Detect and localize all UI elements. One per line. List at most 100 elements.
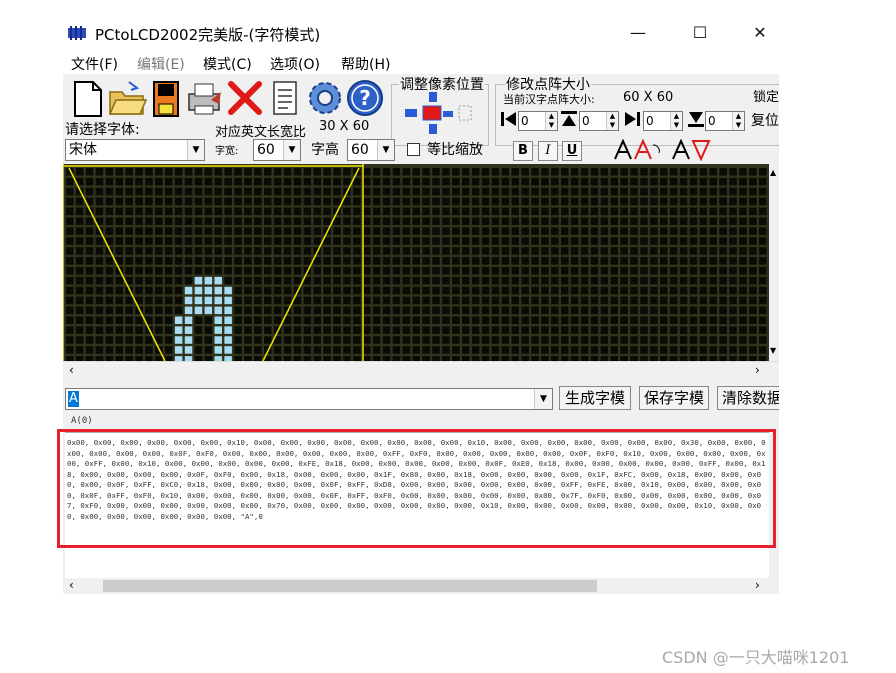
menu-options[interactable]: 选项(O)	[270, 54, 320, 74]
menu-help[interactable]: 帮助(H)	[341, 54, 390, 74]
matrix-pixel	[372, 296, 381, 305]
reset-button[interactable]: 复位	[751, 110, 779, 130]
matrix-pixel	[392, 276, 401, 285]
matrix-pixel	[462, 197, 470, 206]
spin-up[interactable]: 0 ▲ ▼	[579, 111, 619, 131]
pixel-arrows-icon[interactable]	[403, 92, 473, 134]
open-folder-icon[interactable]	[107, 78, 147, 118]
matrix-pixel	[630, 168, 638, 176]
matrix-pixel	[165, 336, 173, 344]
shift-up-icon[interactable]	[560, 110, 578, 128]
char-input-field[interactable]: A ▼	[65, 388, 553, 410]
matrix-pixel	[333, 296, 341, 305]
output-horizontal-scrollbar[interactable]: ‹ ›	[63, 578, 779, 594]
chevron-down-icon[interactable]: ▼	[534, 389, 552, 409]
generate-button[interactable]: 生成字模	[559, 386, 631, 410]
rotate-icon[interactable]	[613, 139, 661, 161]
matrix-horizontal-scrollbar[interactable]: ‹ ›	[63, 361, 779, 379]
scroll-left-icon[interactable]: ‹	[69, 578, 74, 592]
scroll-up-icon[interactable]: ▲	[770, 168, 776, 177]
spin-down-arrows[interactable]: ▲ ▼	[732, 112, 744, 130]
matrix-pixel	[115, 286, 123, 295]
matrix-pixel	[749, 326, 757, 334]
matrix-pixel	[105, 187, 114, 196]
matrix-pixel	[561, 267, 569, 275]
scroll-down-icon[interactable]: ▼	[770, 346, 776, 355]
spin-down[interactable]: 0 ▲ ▼	[705, 111, 745, 131]
scroll-left-icon[interactable]: ‹	[69, 363, 74, 377]
matrix-pixel	[323, 286, 331, 295]
matrix-pixel-on	[224, 336, 232, 344]
mirror-icon[interactable]	[671, 139, 719, 161]
matrix-vertical-scrollbar[interactable]: ▲ ▼	[769, 164, 779, 361]
matrix-pixel	[521, 197, 529, 206]
spin-left[interactable]: 0 ▲ ▼	[518, 111, 558, 131]
matrix-pixel	[382, 296, 391, 305]
minimize-button[interactable]: —	[623, 22, 653, 44]
dot-matrix-grid[interactable]	[63, 164, 769, 361]
underline-button[interactable]: U	[562, 141, 582, 161]
shift-down-icon[interactable]	[687, 110, 705, 128]
clear-button[interactable]: 清除数据	[717, 386, 779, 410]
scrollbar-thumb[interactable]	[103, 580, 597, 592]
matrix-pixel	[303, 286, 312, 295]
matrix-pixel	[551, 177, 559, 186]
matrix-pixel	[224, 187, 232, 196]
matrix-pixel	[333, 326, 341, 334]
save-icon[interactable]	[147, 78, 187, 118]
shift-left-icon[interactable]	[500, 110, 518, 128]
matrix-pixel	[184, 217, 193, 225]
settings-gear-icon[interactable]	[305, 78, 345, 118]
chevron-down-icon[interactable]: ▼	[187, 140, 204, 160]
delete-x-icon[interactable]	[225, 78, 265, 118]
matrix-pixel	[481, 177, 490, 186]
menu-mode[interactable]: 模式(C)	[203, 54, 252, 74]
matrix-pixel	[511, 257, 519, 265]
menu-file[interactable]: 文件(F)	[71, 54, 118, 74]
matrix-pixel	[105, 326, 114, 334]
bold-button[interactable]: B	[513, 141, 533, 161]
matrix-pixel	[363, 267, 371, 275]
matrix-pixel	[95, 306, 104, 315]
matrix-pixel	[679, 326, 688, 334]
close-button[interactable]: ✕	[745, 22, 775, 44]
matrix-pixel	[75, 296, 84, 305]
matrix-pixel	[590, 207, 599, 216]
chevron-down-icon[interactable]: ▼	[283, 140, 300, 160]
font-prompt-label: 请选择字体:	[65, 122, 140, 138]
char-height-select[interactable]: 60 ▼	[347, 139, 395, 161]
dot-matrix-canvas[interactable]	[63, 164, 769, 361]
matrix-pixel	[254, 177, 262, 186]
matrix-pixel	[363, 316, 371, 324]
new-file-icon[interactable]	[67, 78, 107, 118]
lock-label[interactable]: 锁定	[753, 86, 779, 105]
matrix-pixel	[650, 296, 658, 305]
matrix-pixel	[669, 276, 678, 285]
char-width-select[interactable]: 60 ▼	[253, 139, 301, 161]
matrix-pixel	[382, 316, 391, 324]
matrix-pixel	[590, 227, 599, 235]
spin-right[interactable]: 0 ▲ ▼	[643, 111, 683, 131]
matrix-pixel	[422, 197, 430, 206]
save-button[interactable]: 保存字模	[639, 386, 709, 410]
maximize-button[interactable]: ☐	[685, 22, 715, 44]
matrix-pixel	[313, 306, 321, 315]
spin-left-arrows[interactable]: ▲ ▼	[545, 112, 557, 130]
matrix-pixel	[620, 247, 628, 255]
matrix-pixel	[669, 247, 678, 255]
matrix-pixel	[382, 336, 391, 344]
spin-up-arrows[interactable]: ▲ ▼	[606, 112, 618, 130]
chevron-down-icon[interactable]: ▼	[377, 140, 394, 160]
menu-edit[interactable]: 编辑(E)	[137, 54, 185, 74]
proportional-checkbox[interactable]	[407, 143, 420, 156]
help-icon[interactable]: ?	[345, 78, 385, 118]
scroll-right-icon[interactable]: ›	[755, 578, 760, 592]
spin-right-arrows[interactable]: ▲ ▼	[670, 112, 682, 130]
notepad-icon[interactable]	[265, 78, 305, 118]
scroll-right-icon[interactable]: ›	[755, 363, 760, 377]
italic-button[interactable]: I	[538, 141, 558, 161]
matrix-pixel	[95, 336, 104, 344]
print-icon[interactable]	[185, 78, 225, 118]
font-select[interactable]: 宋体 ▼	[65, 139, 205, 161]
shift-right-icon[interactable]	[623, 110, 641, 128]
